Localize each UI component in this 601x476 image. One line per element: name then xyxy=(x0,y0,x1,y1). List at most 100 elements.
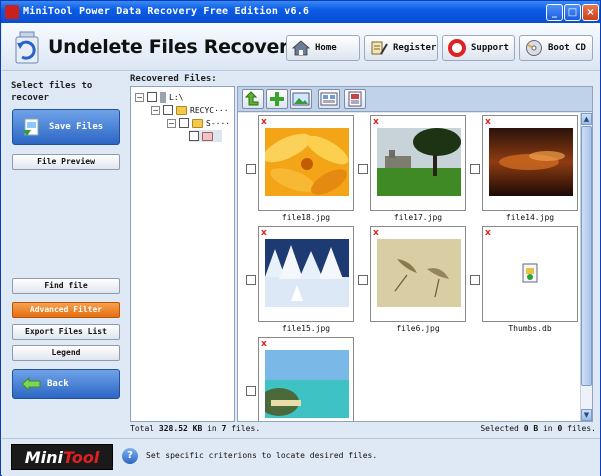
file-preview-button[interactable]: File Preview xyxy=(12,154,120,170)
tree-item-sid-folder[interactable]: − S-··· xyxy=(167,117,230,129)
save-files-button[interactable]: Save Files xyxy=(12,109,120,145)
thumbnail-view-icon[interactable] xyxy=(318,89,340,109)
scroll-down-icon[interactable]: ▼ xyxy=(581,409,592,421)
tree-label: L:\ xyxy=(169,92,184,102)
minimize-icon[interactable]: _ xyxy=(546,4,563,21)
home-label: Home xyxy=(315,43,337,53)
app-window: MiniTool Power Data Recovery Free Editio… xyxy=(0,0,601,476)
file-name: file14.jpg xyxy=(505,213,555,222)
file-checkbox[interactable] xyxy=(246,386,256,396)
folder-icon xyxy=(176,105,187,115)
up-folder-icon[interactable] xyxy=(242,89,264,109)
maximize-icon[interactable]: □ xyxy=(564,4,581,21)
recovery-logo-icon xyxy=(15,31,39,64)
page-title: Undelete Files Recovery xyxy=(48,36,301,58)
file-name: file18.jpg xyxy=(281,213,331,222)
file-checkbox[interactable] xyxy=(470,275,480,285)
recovered-files-label: Recovered Files: xyxy=(130,74,217,84)
scroll-up-icon[interactable]: ▲ xyxy=(581,113,592,125)
boot-cd-button[interactable]: Boot CD xyxy=(519,35,593,61)
footer-bar: Mini Tool ? Set specific criterions to lo… xyxy=(2,438,600,476)
total-summary: Total 328.52 KB in 7 files. xyxy=(130,424,261,433)
register-label: Register xyxy=(393,43,437,53)
tree-item-selected[interactable] xyxy=(189,130,222,142)
deleted-mark-icon: x xyxy=(373,117,379,127)
deleted-mark-icon: x xyxy=(485,117,491,127)
back-button[interactable]: Back xyxy=(12,369,120,399)
tree-checkbox[interactable] xyxy=(189,131,199,141)
dry-leaves-image xyxy=(377,239,461,307)
advanced-filter-button[interactable]: Advanced Filter xyxy=(12,302,120,318)
generic-file-icon xyxy=(522,263,538,283)
collapse-icon[interactable]: − xyxy=(135,92,144,102)
file-thumbnail[interactable]: x xyxy=(370,226,466,322)
selected-summary: Selected 0 B in 0 files. xyxy=(480,424,596,433)
deleted-mark-icon: x xyxy=(485,228,491,238)
close-icon[interactable]: × xyxy=(582,4,599,21)
file-thumbnail[interactable]: x xyxy=(258,337,354,421)
help-icon: ? xyxy=(122,448,138,464)
support-button[interactable]: Support xyxy=(442,35,515,61)
home-button[interactable]: Home xyxy=(286,35,360,61)
drive-icon xyxy=(160,91,166,103)
lifebuoy-icon xyxy=(448,39,466,57)
file-checkbox[interactable] xyxy=(246,275,256,285)
register-icon xyxy=(371,41,388,55)
vertical-scrollbar[interactable]: ▲ ▼ xyxy=(580,113,592,421)
tropical-beach-image xyxy=(265,350,349,418)
support-label: Support xyxy=(471,43,509,53)
register-button[interactable]: Register xyxy=(364,35,438,61)
orange-flower-image xyxy=(265,128,349,196)
minitool-logo: Mini Tool xyxy=(11,444,113,470)
find-file-button[interactable]: Find file xyxy=(12,278,120,294)
save-files-icon xyxy=(23,118,39,136)
main-panel: Recovered Files: − L:\ − RECYC··· − S-··… xyxy=(127,72,600,438)
title-bar: MiniTool Power Data Recovery Free Editio… xyxy=(1,1,600,23)
select-files-title: Select files to recover xyxy=(11,81,93,103)
window-title: MiniTool Power Data Recovery Free Editio… xyxy=(23,6,310,17)
tree-item-drive[interactable]: − L:\ xyxy=(135,91,183,103)
file-thumbnail[interactable]: x xyxy=(482,115,578,211)
file-name: Thumbs.db xyxy=(508,324,552,333)
deleted-folder-icon xyxy=(202,131,213,141)
tree-checkbox[interactable] xyxy=(179,118,189,128)
file-name: file15.jpg xyxy=(281,324,331,333)
add-icon[interactable] xyxy=(266,89,288,109)
file-thumbnail[interactable]: x xyxy=(482,226,578,322)
boot-cd-icon xyxy=(526,40,542,56)
file-view-pane: x file18.jpg x file17.jpg x file14.jpg x… xyxy=(237,86,593,422)
snowy-forest-image xyxy=(265,239,349,307)
app-icon xyxy=(5,5,19,19)
status-row: Total 328.52 KB in 7 files. Selected 0 B… xyxy=(130,424,596,436)
view-toolbar xyxy=(238,87,592,112)
left-panel: Select files to recover Save Files File … xyxy=(2,72,127,438)
file-thumbnail[interactable]: x xyxy=(258,226,354,322)
export-files-list-button[interactable]: Export Files List xyxy=(12,324,120,340)
home-icon xyxy=(291,40,311,56)
back-arrow-icon xyxy=(21,377,41,391)
preview-icon[interactable] xyxy=(344,89,366,109)
folder-tree: − L:\ − RECYC··· − S-··· xyxy=(130,86,235,422)
image-view-icon[interactable] xyxy=(290,89,312,109)
tree-item-recycler[interactable]: − RECYC··· xyxy=(151,104,229,116)
file-checkbox[interactable] xyxy=(470,164,480,174)
file-thumbnail[interactable]: x xyxy=(370,115,466,211)
save-files-label: Save Files xyxy=(49,122,104,132)
legend-button[interactable]: Legend xyxy=(12,345,120,361)
header-banner: Undelete Files Recovery Home Register Su… xyxy=(2,23,600,71)
scroll-thumb[interactable] xyxy=(581,126,592,386)
file-thumbnail[interactable]: x xyxy=(258,115,354,211)
boot-cd-label: Boot CD xyxy=(548,43,586,53)
deleted-mark-icon: x xyxy=(373,228,379,238)
file-checkbox[interactable] xyxy=(358,275,368,285)
tree-checkbox[interactable] xyxy=(147,92,157,102)
file-name: file6.jpg xyxy=(396,324,440,333)
file-checkbox[interactable] xyxy=(246,164,256,174)
collapse-icon[interactable]: − xyxy=(167,118,176,128)
tree-checkbox[interactable] xyxy=(163,105,173,115)
file-checkbox[interactable] xyxy=(358,164,368,174)
file-name: file17.jpg xyxy=(393,213,443,222)
folder-icon xyxy=(192,118,203,128)
collapse-icon[interactable]: − xyxy=(151,105,160,115)
back-label: Back xyxy=(47,379,69,389)
